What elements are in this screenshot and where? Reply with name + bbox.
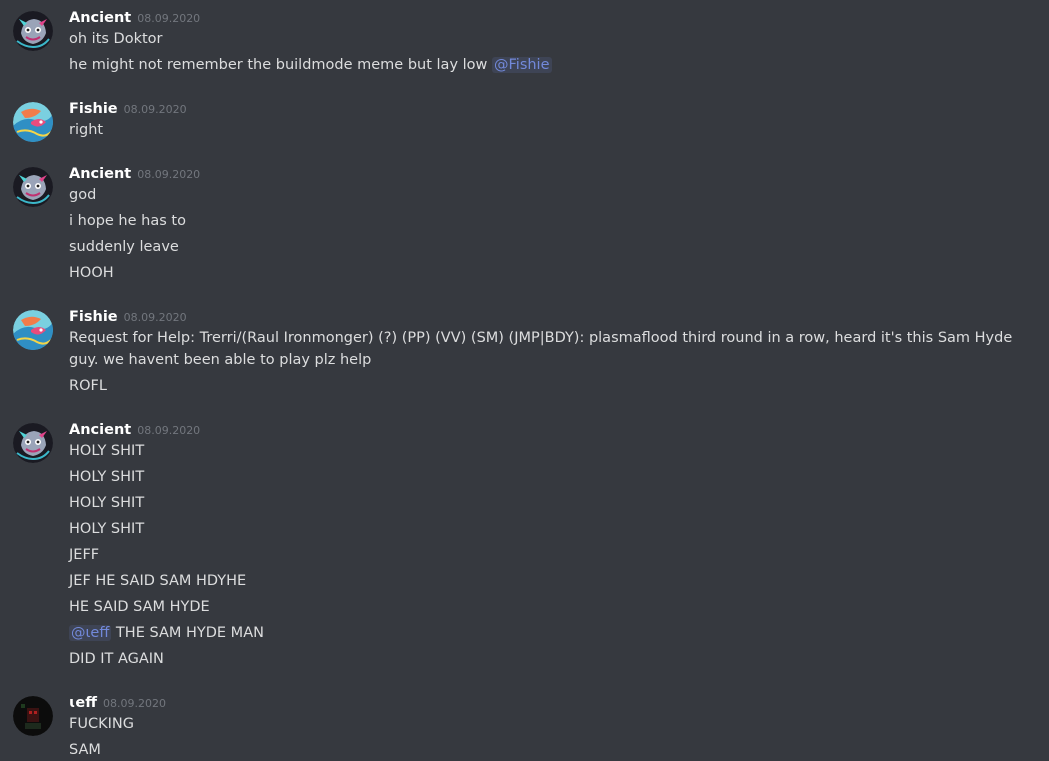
message-text-content: DID IT AGAIN [69,651,164,667]
message-text-content: HOLY SHIT [69,469,145,485]
ancient-avatar-icon[interactable] [13,167,53,207]
user-mention[interactable]: @ɩeff [69,625,112,641]
message-text-content: FUCKING [69,716,134,732]
message-text-content: i hope he has to [69,213,186,229]
ancient-avatar-icon[interactable] [13,11,53,51]
message-header: ɩeff 08.09.2020 [69,691,166,713]
message-text-content: he might not remember the buildmode meme… [69,57,492,73]
message-text-content: JEF HE SAID SAM HDYHE [69,573,247,589]
message-text: right [69,119,1039,141]
username[interactable]: Ancient [69,422,131,438]
timestamp: 08.09.2020 [123,311,187,324]
message-text-content: HOLY SHIT [69,443,145,459]
message-text-content: Request for Help: Trerri/(Raul Ironmonge… [69,330,1017,368]
message-text: i hope he has to [69,210,1039,232]
message-text-content: right [69,122,104,138]
username[interactable]: ɩeff [69,695,97,711]
message-header: Ancient 08.09.2020 [69,418,200,440]
username[interactable]: Fishie [69,101,118,117]
message-text: HOLY SHIT [69,466,1039,488]
message-text: JEFF [69,544,1039,566]
message-text-content: HOOH [69,265,114,281]
message-text: JEF HE SAID SAM HDYHE [69,570,1039,592]
timestamp: 08.09.2020 [137,12,201,25]
message-text-content: HE SAID SAM HYDE [69,599,210,615]
message-text: HOLY SHIT [69,492,1039,514]
username[interactable]: Fishie [69,309,118,325]
username[interactable]: Ancient [69,166,131,182]
message-text: Request for Help: Trerri/(Raul Ironmonge… [69,327,1039,371]
timestamp: 08.09.2020 [137,168,201,181]
fishie-avatar-icon[interactable] [13,102,53,142]
fishie-avatar-icon[interactable] [13,310,53,350]
message-text-content: THE SAM HYDE MAN [111,625,264,641]
message-text-content: HOLY SHIT [69,495,145,511]
timestamp: 08.09.2020 [102,697,166,710]
message-text: FUCKING [69,713,1039,735]
message-header: Ancient 08.09.2020 [69,162,200,184]
ancient-avatar-icon[interactable] [13,423,53,463]
message-text-content: JEFF [69,547,100,563]
message-text: HOLY SHIT [69,440,1039,462]
message-text: he might not remember the buildmode meme… [69,54,1039,76]
timestamp: 08.09.2020 [137,424,201,437]
message-header: Ancient 08.09.2020 [69,6,200,28]
message-text: suddenly leave [69,236,1039,258]
message-text: HOLY SHIT [69,518,1039,540]
message-text: god [69,184,1039,206]
message-text-content: suddenly leave [69,239,179,255]
username[interactable]: Ancient [69,10,131,26]
message-text-content: oh its Doktor [69,31,163,47]
message-text: ROFL [69,375,1039,397]
message-text-content: ROFL [69,378,107,394]
message-text-content: god [69,187,97,203]
message-text: @ɩeff THE SAM HYDE MAN [69,622,1039,644]
message-text: oh its Doktor [69,28,1039,50]
chat-messages: Ancient 08.09.2020 oh its Doktor he might n… [0,0,1049,761]
message-text: HE SAID SAM HYDE [69,596,1039,618]
timestamp: 08.09.2020 [123,103,187,116]
message-text-content: HOLY SHIT [69,521,145,537]
jeff-avatar-icon[interactable] [13,696,53,736]
message-text: HOOH [69,262,1039,284]
message-text-content: SAM [69,742,101,758]
message-text: DID IT AGAIN [69,648,1039,670]
user-mention[interactable]: @Fishie [492,57,552,73]
message-text: SAM [69,739,1039,761]
message-header: Fishie 08.09.2020 [69,305,187,327]
message-header: Fishie 08.09.2020 [69,97,187,119]
